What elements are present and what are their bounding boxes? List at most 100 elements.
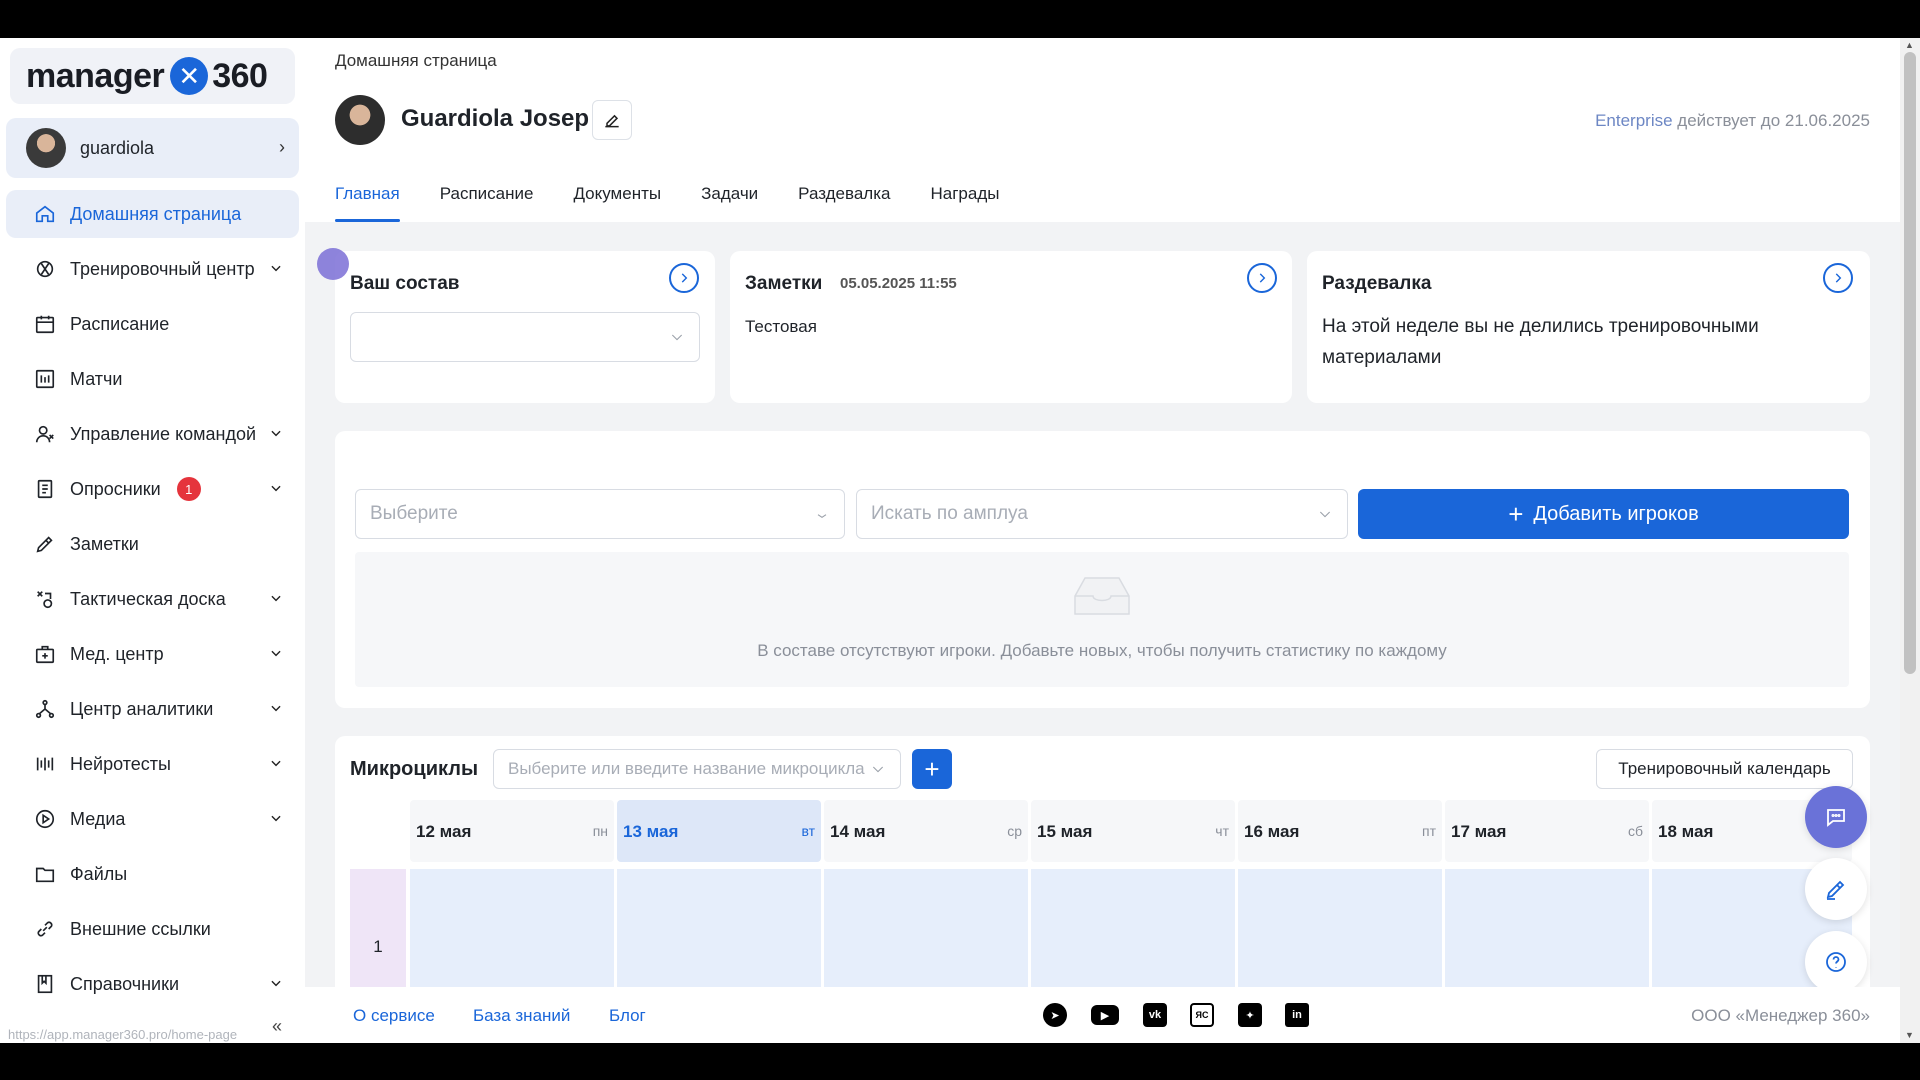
chevron-down-icon <box>269 699 287 717</box>
chat-button[interactable] <box>1805 786 1867 848</box>
tactics-icon <box>34 588 56 610</box>
footer-link-knowledge-base[interactable]: База знаний <box>473 1006 570 1026</box>
sidebar-item-external-links[interactable]: Внешние ссылки <box>6 905 299 953</box>
sidebar-item-neurotests[interactable]: Нейротесты <box>6 740 299 788</box>
position-search-select[interactable]: Искать по амплуа <box>856 489 1348 539</box>
page-scrollbar[interactable]: ▲ ▼ <box>1900 38 1920 1043</box>
scroll-down-icon[interactable]: ▼ <box>1905 1030 1914 1040</box>
neuro-icon <box>34 753 56 775</box>
roster-card: Ваш состав <box>335 251 715 403</box>
profile-avatar <box>335 95 385 145</box>
sidebar-item-label: Центр аналитики <box>70 698 214 719</box>
chevron-down-icon <box>269 754 287 772</box>
note-text: Тестовая <box>745 317 817 336</box>
add-players-button[interactable]: + Добавить игроков <box>1358 489 1849 539</box>
chevron-right-icon <box>1259 273 1266 283</box>
sidebar-item-label: Нейротесты <box>70 753 171 774</box>
breadcrumb: Домашняя страница <box>335 51 497 70</box>
notes-card: Заметки 05.05.2025 11:55 Тестовая <box>730 251 1292 403</box>
sidebar-item-matches[interactable]: Матчи <box>6 355 299 403</box>
notification-badge: 1 <box>176 477 201 501</box>
chevron-down-icon <box>269 479 287 497</box>
pen-icon <box>34 533 56 555</box>
day-weekday: вт <box>801 823 815 839</box>
collapse-sidebar-icon[interactable]: « <box>272 1016 282 1037</box>
cursor-indicator <box>317 248 349 280</box>
tab-bar: Главная Расписание Документы Задачи Разд… <box>335 184 1039 222</box>
sidebar-item-media[interactable]: Медиа <box>6 795 299 843</box>
dzen-icon[interactable]: ✦ <box>1238 1003 1262 1027</box>
scroll-up-icon[interactable]: ▲ <box>1905 40 1914 50</box>
sidebar-item-training-center[interactable]: Тренировочный центр <box>6 245 299 293</box>
telegram-icon[interactable]: ➤ <box>1043 1003 1067 1027</box>
scrollbar-thumb[interactable] <box>1904 52 1916 674</box>
sidebar-item-schedule[interactable]: Расписание <box>6 300 299 348</box>
yandex-zen-icon[interactable]: ЯС <box>1190 1003 1214 1027</box>
sidebar-item-label: Медиа <box>70 808 126 829</box>
open-roster-button[interactable] <box>669 263 699 293</box>
day-weekday: чт <box>1215 823 1229 839</box>
add-microcycle-button[interactable]: + <box>912 749 952 789</box>
microcycles-title: Микроциклы <box>350 758 479 780</box>
footer-link-blog[interactable]: Блог <box>609 1006 646 1026</box>
help-button[interactable] <box>1805 931 1867 993</box>
sidebar-item-analytics[interactable]: Центр аналитики <box>6 685 299 733</box>
user-switcher[interactable]: guardiola › <box>6 118 299 178</box>
chevron-down-icon <box>269 259 287 277</box>
sidebar-item-files[interactable]: Файлы <box>6 850 299 898</box>
user-name: guardiola <box>80 137 155 158</box>
tab-documents[interactable]: Документы <box>573 184 661 222</box>
logo-ball-icon: ✕ <box>170 57 209 95</box>
sidebar-item-team-management[interactable]: Управление командой <box>6 410 299 458</box>
day-header: 14 мая ср <box>824 800 1028 862</box>
sidebar-item-home[interactable]: Домашняя страница <box>6 190 299 238</box>
chevron-down-icon <box>814 506 830 522</box>
sidebar-item-notes[interactable]: Заметки <box>6 520 299 568</box>
sidebar-item-tactics-board[interactable]: Тактическая доска <box>6 575 299 623</box>
chevron-down-icon <box>269 644 287 662</box>
sidebar-item-label: Расписание <box>70 313 170 334</box>
tab-awards[interactable]: Награды <box>931 184 1000 222</box>
sidebar-nav: Домашняя страница Тренировочный центр Ра… <box>6 190 299 1015</box>
chevron-right-icon <box>681 273 688 283</box>
tab-schedule[interactable]: Расписание <box>440 184 534 222</box>
tab-main[interactable]: Главная <box>335 184 400 222</box>
training-calendar-button[interactable]: Тренировочный календарь <box>1596 749 1853 789</box>
sidebar-item-label: Справочники <box>70 973 180 994</box>
status-url: https://app.manager360.pro/home-page <box>8 1027 238 1042</box>
add-players-label: Добавить игроков <box>1533 502 1699 525</box>
day-weekday: пн <box>592 823 608 839</box>
plus-icon: + <box>924 753 940 784</box>
medkit-icon <box>34 643 56 665</box>
edit-profile-button[interactable] <box>592 100 632 140</box>
footer-link-about[interactable]: О сервисе <box>353 1006 435 1026</box>
help-icon <box>1826 952 1846 972</box>
day-date: 18 мая <box>1658 822 1714 841</box>
sidebar-item-surveys[interactable]: Опросники 1 <box>6 465 299 513</box>
app-logo[interactable]: manager ✕ 360 <box>10 48 295 104</box>
sidebar-item-label: Тренировочный центр <box>70 258 255 279</box>
day-date: 17 мая <box>1451 822 1507 841</box>
roster-card-title: Ваш состав <box>350 273 460 294</box>
youtube-icon[interactable]: ▶ <box>1091 1005 1119 1025</box>
open-locker-room-button[interactable] <box>1823 263 1853 293</box>
roster-select[interactable] <box>350 312 700 362</box>
vk-icon[interactable]: vk <box>1143 1003 1167 1027</box>
linkedin-icon[interactable]: in <box>1285 1003 1309 1027</box>
locker-room-card: Раздевалка На этой неделе вы не делились… <box>1307 251 1870 403</box>
microcycle-select[interactable]: Выберите или введите название микроцикла <box>493 749 901 789</box>
sidebar-item-med-center[interactable]: Мед. центр <box>6 630 299 678</box>
tab-tasks[interactable]: Задачи <box>701 184 758 222</box>
player-select[interactable]: Выберите <box>355 489 845 539</box>
sidebar-item-references[interactable]: Справочники <box>6 960 299 1008</box>
dumbbell-icon <box>34 258 56 280</box>
page-footer: О сервисе База знаний Блог ➤ ▶ vk ЯС ✦ i… <box>305 987 1900 1043</box>
day-header-today: 13 мая вт <box>617 800 821 862</box>
empty-roster-state: В составе отсутствуют игроки. Добавьте н… <box>355 552 1849 687</box>
plan-expiry: действует до 21.06.2025 <box>1672 111 1870 130</box>
quick-note-button[interactable] <box>1805 858 1867 920</box>
sidebar-item-label: Домашняя страница <box>70 203 242 224</box>
open-notes-button[interactable] <box>1247 263 1277 293</box>
tab-locker-room[interactable]: Раздевалка <box>798 184 890 222</box>
sidebar-item-label: Заметки <box>70 533 139 554</box>
